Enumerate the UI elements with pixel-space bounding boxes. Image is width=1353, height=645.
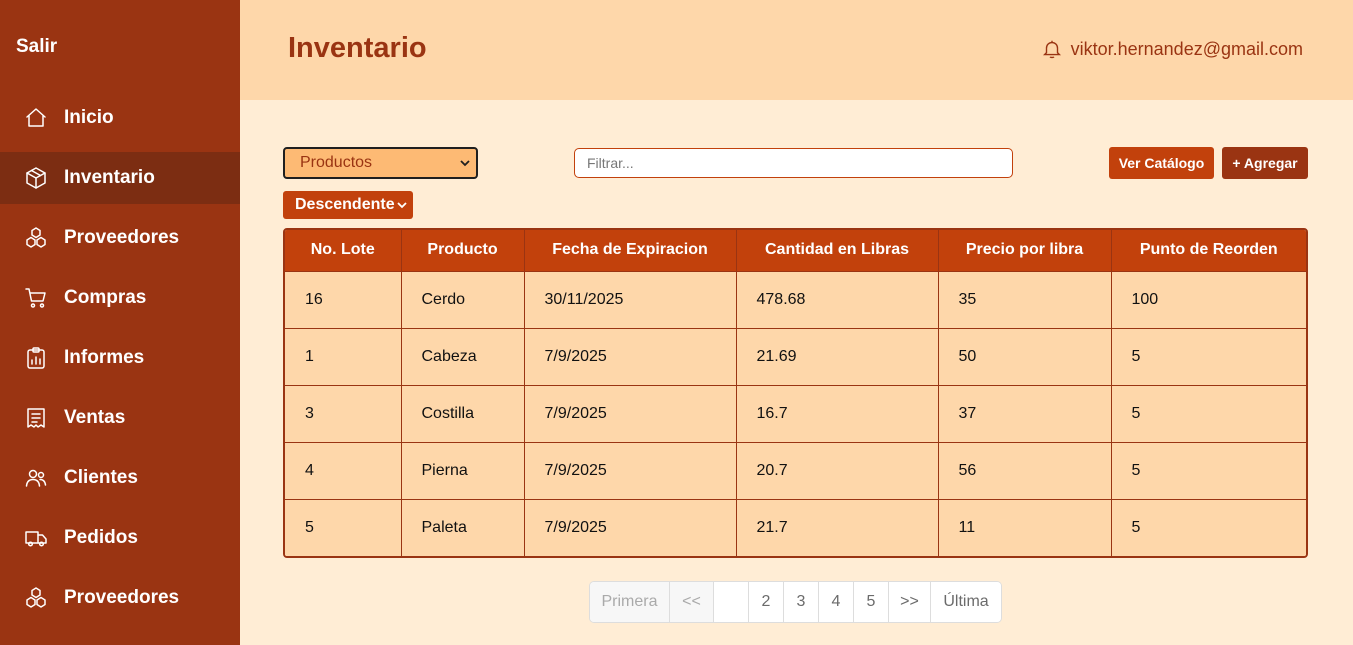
last-page-button[interactable]: Última bbox=[931, 582, 1001, 622]
table-cell: 5 bbox=[1111, 499, 1306, 556]
table-cell: 56 bbox=[938, 442, 1112, 500]
order-select[interactable]: Descendente bbox=[283, 191, 413, 219]
page-header: Inventario viktor.hernandez@gmail.com bbox=[240, 0, 1353, 100]
column-header: Precio por libra bbox=[938, 230, 1112, 272]
table-cell: 16.7 bbox=[736, 385, 939, 443]
table-cell: 20.7 bbox=[736, 442, 939, 500]
table-cell: 16 bbox=[285, 271, 402, 329]
page-5-button[interactable]: 5 bbox=[854, 582, 889, 622]
table-cell: 4 bbox=[285, 442, 402, 500]
users-icon bbox=[24, 466, 48, 490]
table-cell: Cabeza bbox=[401, 328, 525, 386]
table-cell: 7/9/2025 bbox=[524, 442, 737, 500]
sidebar-item-proveedores[interactable]: Proveedores bbox=[0, 212, 240, 264]
column-header: Fecha de Expiracion bbox=[524, 230, 737, 272]
table-cell: 3 bbox=[285, 385, 402, 443]
sidebar: Salir Inicio Inventario Proveedores Comp… bbox=[0, 0, 240, 645]
table-cell: 5 bbox=[1111, 328, 1306, 386]
table-row[interactable]: 16 Cerdo 30/11/2025 478.68 35 100 bbox=[285, 271, 1306, 329]
sidebar-item-label: Clientes bbox=[64, 467, 138, 488]
table-cell: Cerdo bbox=[401, 271, 525, 329]
table-cell: 21.69 bbox=[736, 328, 939, 386]
sidebar-item-label: Compras bbox=[64, 287, 147, 308]
table-row[interactable]: 1 Cabeza 7/9/2025 21.69 50 5 bbox=[285, 328, 1306, 386]
table-cell: 50 bbox=[938, 328, 1112, 386]
sidebar-item-label: Proveedores bbox=[64, 587, 180, 608]
table-cell: 478.68 bbox=[736, 271, 939, 329]
first-page-button[interactable]: Primera bbox=[590, 582, 670, 622]
user-area: viktor.hernandez@gmail.com bbox=[1041, 38, 1303, 60]
sidebar-item-informes[interactable]: Informes bbox=[0, 332, 240, 384]
table-cell: 37 bbox=[938, 385, 1112, 443]
order-select-value: Descendente bbox=[295, 196, 395, 213]
page-1-button[interactable] bbox=[714, 582, 749, 622]
page-2-button[interactable]: 2 bbox=[749, 582, 784, 622]
table-cell: 5 bbox=[1111, 442, 1306, 500]
table-cell: 7/9/2025 bbox=[524, 499, 737, 556]
bell-icon[interactable] bbox=[1041, 38, 1063, 60]
sidebar-item-label: Inicio bbox=[64, 107, 114, 128]
table-cell: 1 bbox=[285, 328, 402, 386]
box-icon bbox=[24, 166, 48, 190]
table-cell: 5 bbox=[1111, 385, 1306, 443]
table-cell: Paleta bbox=[401, 499, 525, 556]
prev-page-button[interactable]: << bbox=[670, 582, 714, 622]
table-cell: 21.7 bbox=[736, 499, 939, 556]
user-email: viktor.hernandez@gmail.com bbox=[1070, 38, 1303, 59]
table-cell: 30/11/2025 bbox=[524, 271, 737, 329]
add-button[interactable]: + Agregar bbox=[1222, 147, 1308, 179]
page-title: Inventario bbox=[288, 32, 427, 64]
sidebar-item-ventas[interactable]: Ventas bbox=[0, 392, 240, 444]
table-row[interactable]: 5 Paleta 7/9/2025 21.7 11 5 bbox=[285, 499, 1306, 556]
sidebar-item-label: Pedidos bbox=[64, 527, 138, 548]
chevron-down-icon bbox=[397, 202, 407, 209]
chevron-down-icon bbox=[460, 160, 470, 167]
table-cell: Pierna bbox=[401, 442, 525, 500]
sidebar-item-label: Ventas bbox=[64, 407, 126, 428]
category-select-value: Productos bbox=[300, 154, 373, 171]
filter-input[interactable] bbox=[574, 148, 1013, 178]
sidebar-item-label: Inventario bbox=[64, 167, 155, 188]
column-header: Cantidad en Libras bbox=[736, 230, 939, 272]
truck-icon bbox=[24, 526, 48, 550]
sidebar-item-inicio[interactable]: Inicio bbox=[0, 92, 240, 144]
table-cell: 100 bbox=[1111, 271, 1306, 329]
table-row[interactable]: 3 Costilla 7/9/2025 16.7 37 5 bbox=[285, 385, 1306, 443]
column-header: Producto bbox=[401, 230, 525, 272]
sidebar-item-compras[interactable]: Compras bbox=[0, 272, 240, 324]
logout-link[interactable]: Salir bbox=[16, 36, 57, 58]
page-3-button[interactable]: 3 bbox=[784, 582, 819, 622]
table-cell: 11 bbox=[938, 499, 1112, 556]
cart-icon bbox=[24, 286, 48, 310]
page-4-button[interactable]: 4 bbox=[819, 582, 854, 622]
sidebar-item-inventario[interactable]: Inventario bbox=[0, 152, 240, 204]
table-header-row: No. Lote Producto Fecha de Expiracion Ca… bbox=[285, 230, 1306, 272]
home-icon bbox=[24, 106, 48, 130]
sidebar-item-label: Proveedores bbox=[64, 227, 180, 248]
cubes-icon bbox=[24, 586, 48, 610]
view-catalog-button[interactable]: Ver Catálogo bbox=[1109, 147, 1214, 179]
category-select[interactable]: Productos bbox=[283, 147, 478, 179]
table-cell: 5 bbox=[285, 499, 402, 556]
receipt-icon bbox=[24, 406, 48, 430]
table-row[interactable]: 4 Pierna 7/9/2025 20.7 56 5 bbox=[285, 442, 1306, 500]
column-header: No. Lote bbox=[285, 230, 402, 272]
sidebar-item-clientes[interactable]: Clientes bbox=[0, 452, 240, 504]
column-header: Punto de Reorden bbox=[1111, 230, 1306, 272]
table-cell: Costilla bbox=[401, 385, 525, 443]
next-page-button[interactable]: >> bbox=[889, 582, 931, 622]
table-cell: 7/9/2025 bbox=[524, 385, 737, 443]
cubes-icon bbox=[24, 226, 48, 250]
inventory-table: No. Lote Producto Fecha de Expiracion Ca… bbox=[283, 228, 1308, 558]
sidebar-item-proveedores-2[interactable]: Proveedores bbox=[0, 572, 240, 624]
sidebar-item-label: Informes bbox=[64, 347, 145, 368]
report-icon bbox=[24, 346, 48, 370]
sidebar-item-pedidos[interactable]: Pedidos bbox=[0, 512, 240, 564]
table-cell: 7/9/2025 bbox=[524, 328, 737, 386]
table-cell: 35 bbox=[938, 271, 1112, 329]
pagination: Primera << 2 3 4 5 >> Última bbox=[589, 581, 1002, 623]
